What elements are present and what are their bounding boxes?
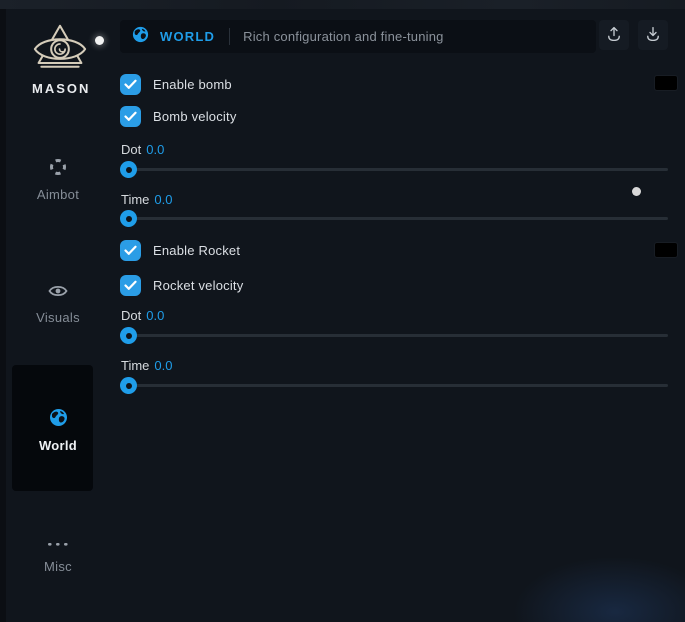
checkbox-checked-icon[interactable] <box>120 74 141 95</box>
sidebar-item-label: Misc <box>6 559 110 574</box>
screen: MASON Aimbot Visuals <box>0 0 685 622</box>
crosshair-icon <box>49 163 67 180</box>
slider-label: Time 0.0 <box>121 358 172 373</box>
mason-eye-logo-icon <box>32 23 88 77</box>
checkbox-checked-icon[interactable] <box>120 240 141 261</box>
slider-track[interactable] <box>120 168 668 171</box>
slider-label: Time 0.0 <box>121 192 172 207</box>
slider-name: Time <box>121 192 149 207</box>
slider-knob[interactable] <box>120 161 137 178</box>
slider-track[interactable] <box>120 334 668 337</box>
upload-icon <box>605 25 623 46</box>
checkbox-label: Rocket velocity <box>153 278 243 293</box>
slider-label: Dot 0.0 <box>121 142 164 157</box>
rocket-color-swatch[interactable] <box>654 242 678 258</box>
bomb-time-slider[interactable] <box>120 210 668 227</box>
header-divider <box>229 28 230 45</box>
checkbox-label: Enable Rocket <box>153 243 240 258</box>
ellipsis-icon <box>47 535 69 552</box>
sidebar-item-label: Aimbot <box>6 187 110 202</box>
slider-value: 0.0 <box>146 142 164 157</box>
slider-knob[interactable] <box>120 210 137 227</box>
game-backdrop-strip <box>0 0 685 9</box>
slider-name: Time <box>121 358 149 373</box>
page-title: WORLD <box>160 29 215 44</box>
upload-config-button[interactable] <box>599 20 629 50</box>
globe-icon <box>49 414 68 431</box>
slider-name: Dot <box>121 142 141 157</box>
checkbox-label: Bomb velocity <box>153 109 237 124</box>
indicator-dot <box>95 36 104 45</box>
bomb-velocity-checkbox-row[interactable]: Bomb velocity <box>120 106 237 127</box>
sidebar-item-label: World <box>6 438 110 453</box>
slider-value: 0.0 <box>154 192 172 207</box>
sidebar-item-misc[interactable]: Misc <box>6 535 110 574</box>
bomb-color-swatch[interactable] <box>654 75 678 91</box>
cursor-dot <box>632 187 641 196</box>
world-settings-panel: Enable bomb Bomb velocity Dot 0.0 Time 0.0 <box>120 53 685 622</box>
enable-bomb-checkbox-row[interactable]: Enable bomb <box>120 74 232 95</box>
slider-name: Dot <box>121 308 141 323</box>
sidebar-item-aimbot[interactable]: Aimbot <box>6 158 110 202</box>
sidebar: MASON Aimbot Visuals <box>6 9 114 622</box>
slider-value: 0.0 <box>146 308 164 323</box>
slider-label: Dot 0.0 <box>121 308 164 323</box>
sidebar-item-label: Visuals <box>6 310 110 325</box>
enable-rocket-checkbox-row[interactable]: Enable Rocket <box>120 240 240 261</box>
checkbox-label: Enable bomb <box>153 77 232 92</box>
globe-icon <box>132 26 149 48</box>
background-glow <box>505 552 685 622</box>
sidebar-item-visuals[interactable]: Visuals <box>6 283 110 325</box>
rocket-dot-slider[interactable] <box>120 327 668 344</box>
rocket-velocity-checkbox-row[interactable]: Rocket velocity <box>120 275 243 296</box>
sidebar-item-world[interactable]: World <box>6 408 110 453</box>
eye-icon <box>48 286 68 303</box>
slider-knob[interactable] <box>120 377 137 394</box>
download-config-button[interactable] <box>638 20 668 50</box>
slider-track[interactable] <box>120 384 668 387</box>
cheat-menu-window: MASON Aimbot Visuals <box>6 9 685 622</box>
page-subtitle: Rich configuration and fine-tuning <box>243 29 443 44</box>
checkbox-checked-icon[interactable] <box>120 275 141 296</box>
checkbox-checked-icon[interactable] <box>120 106 141 127</box>
brand-logo: MASON <box>32 23 88 96</box>
page-header: WORLD Rich configuration and fine-tuning <box>120 20 596 53</box>
bomb-dot-slider[interactable] <box>120 161 668 178</box>
rocket-time-slider[interactable] <box>120 377 668 394</box>
download-icon <box>644 25 662 46</box>
slider-value: 0.0 <box>154 358 172 373</box>
slider-track[interactable] <box>120 217 668 220</box>
brand-name: MASON <box>32 81 88 96</box>
slider-knob[interactable] <box>120 327 137 344</box>
